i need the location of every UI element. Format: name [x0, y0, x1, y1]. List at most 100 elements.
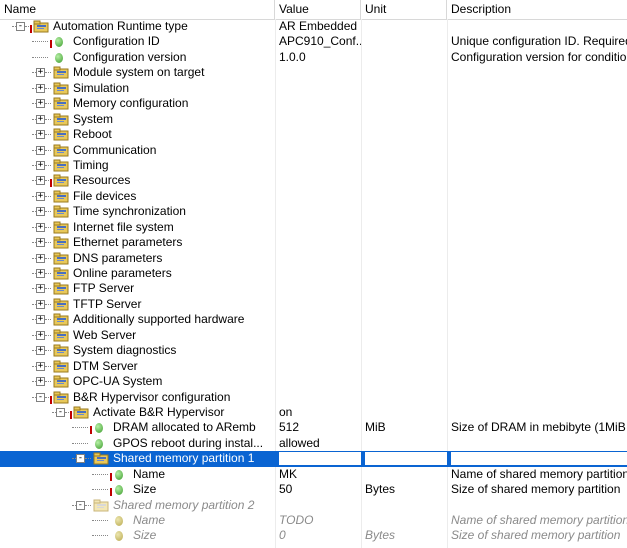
tree-node-row[interactable]: + OPC-UA System — [0, 374, 627, 389]
parameter-row[interactable]: Name TODO Name of shared memory partition — [0, 513, 627, 528]
value-cell[interactable] — [279, 96, 361, 111]
tree-node-row[interactable]: + Communication — [0, 143, 627, 158]
value-cell[interactable] — [279, 158, 361, 173]
parameter-row[interactable]: Name MK Name of shared memory partition — [0, 467, 627, 482]
tree-node-row[interactable]: + DTM Server — [0, 359, 627, 374]
configuration-tree[interactable]: - Automation Runtime type AR Embedded Conf… — [0, 19, 627, 544]
tree-node-row[interactable]: + Module system on target — [0, 65, 627, 80]
tree-node-row[interactable]: - Automation Runtime type AR Embedded — [0, 19, 627, 34]
tree-node-row[interactable]: + DNS parameters — [0, 251, 627, 266]
column-header-value[interactable]: Value — [275, 0, 361, 19]
value-cell[interactable] — [279, 452, 361, 466]
tree-node-row[interactable]: + Timing — [0, 158, 627, 173]
value-cell[interactable] — [279, 359, 361, 374]
tree-node-row[interactable]: + FTP Server — [0, 281, 627, 296]
value-cell[interactable] — [279, 65, 361, 80]
expand-icon[interactable]: + — [36, 253, 45, 263]
column-header-unit[interactable]: Unit — [361, 0, 447, 19]
value-cell[interactable] — [279, 173, 361, 188]
expand-icon[interactable]: + — [36, 130, 45, 140]
tree-node-row[interactable]: + Web Server — [0, 328, 627, 343]
value-cell[interactable] — [279, 189, 361, 204]
tree-node-row[interactable]: + Additionally supported hardware — [0, 312, 627, 327]
value-cell[interactable] — [279, 143, 361, 158]
expand-icon[interactable]: + — [36, 99, 45, 109]
expand-icon[interactable]: + — [36, 238, 45, 248]
value-cell[interactable] — [279, 390, 361, 405]
value-cell[interactable] — [279, 266, 361, 281]
tree-node-row[interactable]: + File devices — [0, 189, 627, 204]
tree-node-row[interactable]: - Shared memory partition 2 — [0, 498, 627, 513]
value-cell[interactable] — [279, 328, 361, 343]
tree-node-row[interactable]: + Internet file system — [0, 220, 627, 235]
expand-icon[interactable]: + — [36, 114, 45, 124]
column-header-description[interactable]: Description — [447, 0, 627, 19]
tree-node-row[interactable]: + Memory configuration — [0, 96, 627, 111]
tree-node-row[interactable]: - B&R Hypervisor configuration — [0, 390, 627, 405]
tree-node-row[interactable]: + System — [0, 112, 627, 127]
parameter-row[interactable]: GPOS reboot during instal... allowed — [0, 436, 627, 451]
value-cell[interactable] — [279, 343, 361, 358]
value-cell[interactable] — [279, 112, 361, 127]
tree-node-row[interactable]: + Reboot — [0, 127, 627, 142]
collapse-icon[interactable]: - — [56, 407, 65, 417]
tree-node-row[interactable]: + Simulation — [0, 81, 627, 96]
tree-node-row[interactable]: + Online parameters — [0, 266, 627, 281]
parameter-row[interactable]: Size 50 Bytes Size of shared memory partiti… — [0, 482, 627, 497]
tree-node-row[interactable]: + Time synchronization — [0, 204, 627, 219]
tree-node-row[interactable]: - Activate B&R Hypervisor on — [0, 405, 627, 420]
value-cell[interactable] — [279, 81, 361, 96]
expand-icon[interactable]: + — [36, 361, 45, 371]
expand-icon[interactable]: + — [36, 222, 45, 232]
expand-icon[interactable]: + — [36, 330, 45, 340]
value-cell[interactable]: allowed — [279, 436, 361, 451]
expand-icon[interactable]: + — [36, 346, 45, 356]
expand-icon[interactable]: + — [36, 191, 45, 201]
collapse-icon[interactable]: - — [16, 22, 25, 31]
value-cell[interactable]: TODO — [279, 513, 361, 528]
expand-icon[interactable]: + — [36, 145, 45, 155]
tree-node-row[interactable]: + Ethernet parameters — [0, 235, 627, 250]
value-cell[interactable]: 1.0.0 — [279, 50, 361, 65]
expand-icon[interactable]: + — [36, 315, 45, 325]
tree-node-row[interactable]: + TFTP Server — [0, 297, 627, 312]
value-cell[interactable] — [279, 374, 361, 389]
value-cell[interactable] — [279, 220, 361, 235]
value-cell[interactable]: 512 — [279, 420, 361, 435]
tree-node-row[interactable]: + Resources — [0, 173, 627, 188]
value-cell[interactable]: 50 — [279, 482, 361, 497]
value-cell[interactable] — [279, 498, 361, 513]
value-cell[interactable]: AR Embedded — [279, 19, 361, 34]
expand-icon[interactable]: + — [36, 83, 45, 93]
parameter-row[interactable]: DRAM allocated to ARemb 512 MiB Size of DRA… — [0, 420, 627, 435]
column-header-name[interactable]: Name — [0, 0, 275, 19]
value-cell[interactable]: on — [279, 405, 361, 420]
expand-icon[interactable]: + — [36, 176, 45, 186]
parameter-row[interactable]: Size 0 Bytes Size of shared memory partitio… — [0, 528, 627, 543]
expand-icon[interactable]: + — [36, 160, 45, 170]
tree-node-row[interactable]: - Shared memory partition 1 — [0, 451, 627, 467]
parameter-row[interactable]: Configuration version 1.0.0 Configuration … — [0, 50, 627, 65]
value-cell[interactable]: MK — [279, 467, 361, 482]
expand-icon[interactable]: + — [36, 68, 45, 78]
value-cell[interactable] — [279, 127, 361, 142]
value-cell[interactable] — [279, 281, 361, 296]
value-cell[interactable] — [279, 235, 361, 250]
collapse-icon[interactable]: - — [36, 392, 45, 402]
tree-node-row[interactable]: + System diagnostics — [0, 343, 627, 358]
expand-icon[interactable]: + — [36, 377, 45, 387]
value-cell[interactable] — [279, 204, 361, 219]
value-cell[interactable]: APC910_Conf... — [279, 34, 361, 49]
value-cell[interactable] — [279, 251, 361, 266]
collapse-icon[interactable]: - — [76, 500, 85, 510]
parameter-row[interactable]: Configuration ID APC910_Conf... Unique con… — [0, 34, 627, 49]
value-cell[interactable] — [279, 297, 361, 312]
value-cell[interactable]: 0 — [279, 528, 361, 543]
expand-icon[interactable]: + — [36, 299, 45, 309]
expand-icon[interactable]: + — [36, 207, 45, 217]
parameter-icon — [115, 531, 123, 542]
expand-icon[interactable]: + — [36, 269, 45, 278]
value-cell[interactable] — [279, 312, 361, 327]
expand-icon[interactable]: + — [36, 284, 45, 294]
collapse-icon[interactable]: - — [76, 454, 85, 464]
